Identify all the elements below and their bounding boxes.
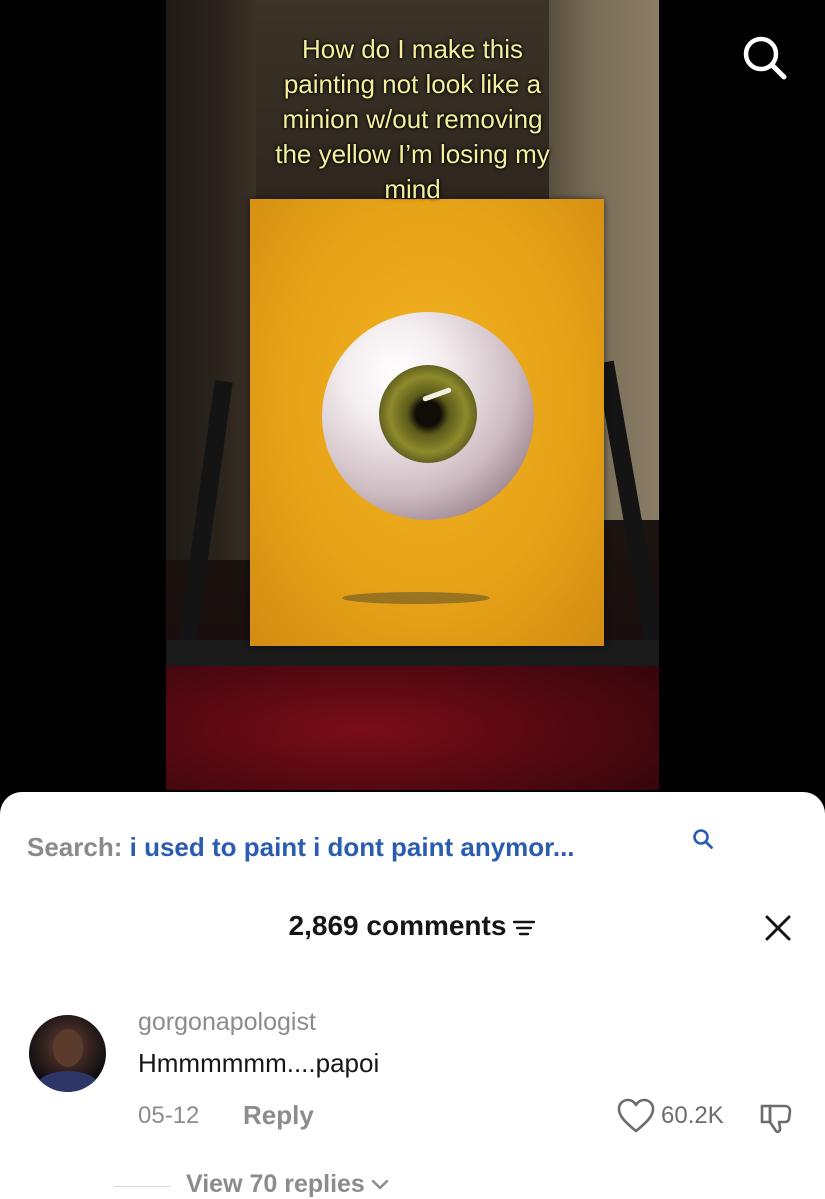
caption-line: painting not look like a [283, 69, 542, 99]
chevron-down-icon [371, 1180, 389, 1190]
like-count: 60.2K [661, 1102, 724, 1129]
video-caption: How do I make this painting not look lik… [166, 32, 659, 207]
comments-count: 2,869 comments [288, 910, 507, 941]
avatar-face [53, 1029, 83, 1067]
search-icon[interactable] [740, 33, 788, 81]
painting-canvas [250, 199, 604, 646]
search-query-link[interactable]: i used to paint i dont paint anymor... [130, 832, 575, 862]
filter-icon[interactable] [512, 919, 536, 937]
caption-line: minion w/out removing [282, 104, 543, 134]
video-frame[interactable]: How do I make this painting not look lik… [166, 0, 659, 790]
caption-line: How do I make this [301, 34, 524, 64]
painted-eyeball [322, 312, 534, 520]
video-player[interactable]: How do I make this painting not look lik… [0, 0, 825, 800]
like-button[interactable]: 60.2K [617, 1098, 724, 1134]
search-suggestion[interactable]: Search: i used to paint i dont paint any… [27, 832, 575, 862]
search-icon[interactable] [692, 828, 714, 850]
comment-date: 05-12 [138, 1102, 200, 1129]
avatar-shoulders [37, 1071, 99, 1092]
reply-button[interactable]: Reply [243, 1100, 314, 1131]
close-icon[interactable] [764, 914, 792, 942]
caption-line: mind [384, 174, 441, 204]
caption-line: the yellow I’m losing my [275, 139, 550, 169]
painted-iris [379, 365, 477, 463]
thumbs-down-icon[interactable] [758, 1100, 794, 1136]
heart-icon [617, 1098, 655, 1133]
comment-username[interactable]: gorgonapologist [138, 1008, 316, 1037]
painted-shadow [342, 592, 490, 604]
avatar[interactable] [29, 1015, 106, 1092]
search-prefix: Search: [27, 832, 123, 862]
comments-header: 2,869 comments [0, 910, 825, 942]
comment-text: Hmmmmmm....papoi [138, 1048, 380, 1078]
view-replies-label: View 70 replies [186, 1170, 365, 1198]
view-replies-button[interactable]: View 70 replies [186, 1170, 389, 1199]
divider [114, 1186, 170, 1187]
